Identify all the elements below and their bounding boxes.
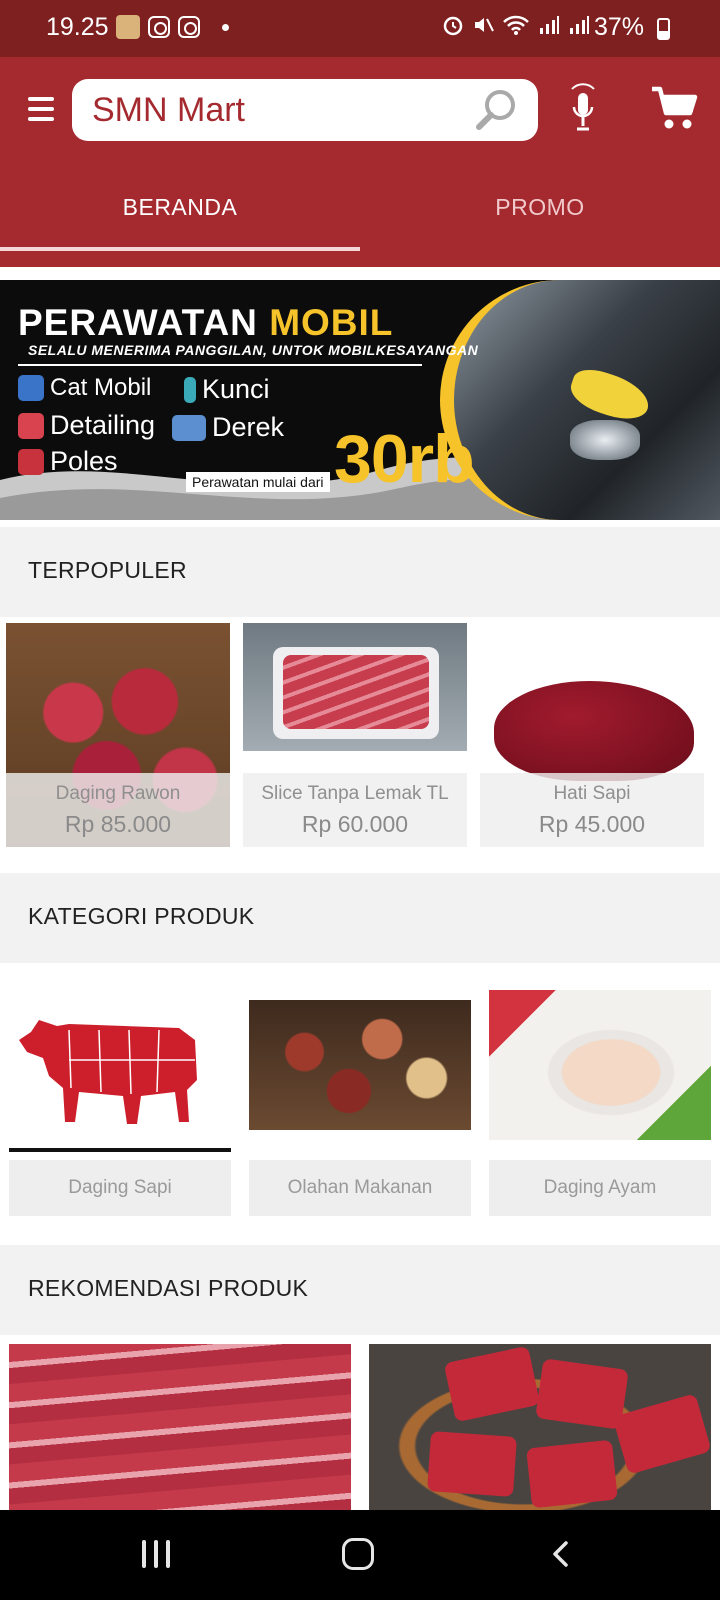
section-title: KATEGORI PRODUK xyxy=(28,903,255,929)
mute-icon xyxy=(475,18,494,32)
category-label: Olahan Makanan xyxy=(249,1160,471,1216)
product-card[interactable]: Daging Rawon Rp 85.000 xyxy=(6,623,230,847)
more-notifications-dot-icon xyxy=(222,23,229,31)
signal-icon xyxy=(570,16,589,34)
search-icon[interactable] xyxy=(474,87,520,133)
service-kunci: Kunci xyxy=(184,374,270,405)
avatar-icon xyxy=(116,15,140,39)
menu-icon[interactable] xyxy=(28,97,54,121)
service-cat-mobil: Cat Mobil xyxy=(18,374,151,402)
section-rekomendasi-header: REKOMENDASI PRODUK xyxy=(0,1245,720,1335)
alarm-icon xyxy=(443,16,463,36)
system-icons xyxy=(442,14,590,36)
system-nav-bar xyxy=(0,1510,720,1600)
section-title: TERPOPULER xyxy=(28,557,187,583)
banner-car-photo xyxy=(440,280,720,520)
cart-icon[interactable] xyxy=(650,85,698,131)
category-label: Daging Sapi xyxy=(9,1160,231,1216)
banner-cloth-image xyxy=(565,363,655,427)
polish-icon xyxy=(18,448,44,475)
status-bar: 19.25 37% xyxy=(0,0,720,57)
product-caption: Slice Tanpa Lemak TL Rp 60.000 xyxy=(243,773,467,847)
section-kategori-header: KATEGORI PRODUK xyxy=(0,873,720,963)
spray-icon xyxy=(18,412,44,439)
service-detailing: Detailing xyxy=(18,410,155,441)
banner-price: 30rb xyxy=(334,421,475,497)
product-price: Rp 60.000 xyxy=(301,811,409,837)
category-card[interactable]: Olahan Makanan xyxy=(249,980,471,1216)
product-image xyxy=(526,1439,618,1509)
banner-note: Perawatan mulai dari xyxy=(186,472,330,492)
key-icon xyxy=(184,376,196,403)
banner-divider xyxy=(18,364,422,366)
product-image xyxy=(443,1345,541,1423)
category-image xyxy=(249,1000,471,1130)
service-derek: Derek xyxy=(172,412,284,443)
search-bar[interactable] xyxy=(72,79,538,141)
category-card[interactable]: Daging Ayam xyxy=(489,980,711,1216)
tab-beranda[interactable]: BERANDA xyxy=(0,177,360,237)
product-price: Rp 45.000 xyxy=(538,811,646,837)
instagram-icon xyxy=(178,16,200,38)
service-poles: Poles xyxy=(18,446,118,477)
mic-icon[interactable] xyxy=(568,83,598,133)
recommended-product-card[interactable] xyxy=(9,1344,351,1514)
notification-icons xyxy=(116,15,229,39)
paint-icon xyxy=(18,375,44,401)
product-caption: Daging Rawon Rp 85.000 xyxy=(6,773,230,847)
search-input[interactable] xyxy=(92,89,462,131)
section-title: REKOMENDASI PRODUK xyxy=(28,1275,309,1301)
back-icon[interactable] xyxy=(548,1540,574,1568)
product-card[interactable]: Hati Sapi Rp 45.000 xyxy=(480,623,704,847)
section-terpopuler-header: TERPOPULER xyxy=(0,527,720,617)
category-image xyxy=(489,990,711,1140)
tab-indicator xyxy=(0,247,360,251)
product-name: Slice Tanpa Lemak TL xyxy=(261,783,449,804)
status-time: 19.25 xyxy=(46,13,109,41)
banner-subtitle: SELALU MENERIMA PANGGILAN, UNTOK MOBILKE… xyxy=(28,342,479,358)
instagram-icon xyxy=(148,16,170,38)
product-price: Rp 85.000 xyxy=(64,811,172,837)
wifi-icon xyxy=(503,15,529,35)
signal-icon xyxy=(540,16,559,34)
recent-apps-icon[interactable] xyxy=(142,1540,170,1568)
recommended-product-card[interactable] xyxy=(369,1344,711,1514)
product-image xyxy=(243,623,467,751)
product-image xyxy=(612,1393,711,1475)
category-image xyxy=(9,980,231,1152)
product-card[interactable]: Slice Tanpa Lemak TL Rp 60.000 xyxy=(243,623,467,847)
category-card[interactable]: Daging Sapi xyxy=(9,980,231,1216)
battery-icon xyxy=(657,18,670,40)
product-name: Hati Sapi xyxy=(553,783,631,804)
product-caption: Hati Sapi Rp 45.000 xyxy=(480,773,704,847)
promo-banner[interactable]: PERAWATAN MOBIL SELALU MENERIMA PANGGILA… xyxy=(0,280,720,520)
product-name: Daging Rawon xyxy=(55,783,181,804)
category-label: Daging Ayam xyxy=(489,1160,711,1216)
battery-percent: 37% xyxy=(593,13,644,41)
tab-promo[interactable]: PROMO xyxy=(360,177,720,237)
app-header: BERANDA PROMO xyxy=(0,57,720,267)
home-icon[interactable] xyxy=(342,1538,374,1570)
cow-cuts-diagram-image xyxy=(9,980,231,1152)
tow-truck-icon xyxy=(172,414,206,441)
banner-headlight-image xyxy=(570,420,640,460)
banner-title: PERAWATAN MOBIL xyxy=(18,302,394,343)
product-image xyxy=(427,1431,517,1497)
